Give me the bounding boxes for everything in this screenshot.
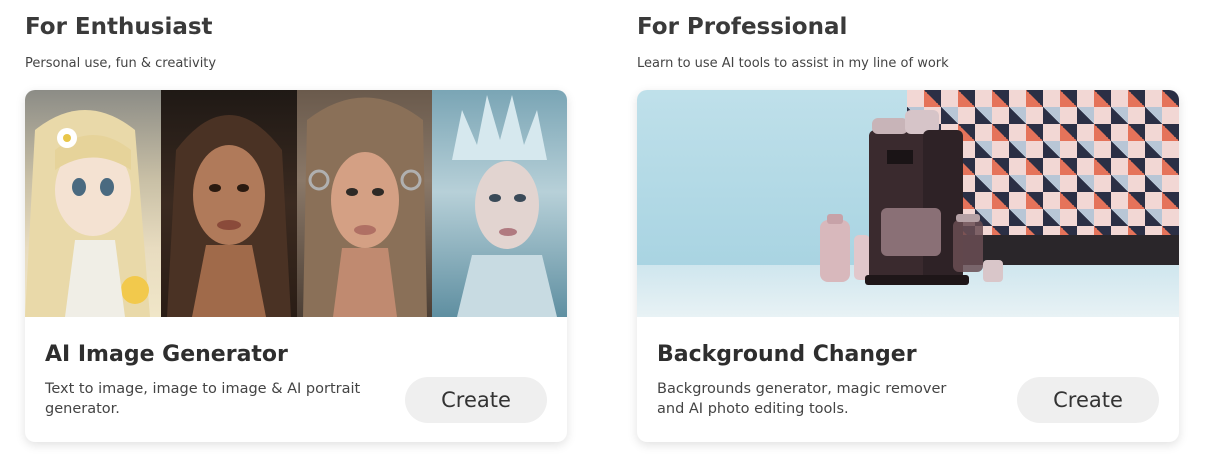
section-heading: For Professional	[637, 14, 848, 40]
card-description: Backgrounds generator, magic remover and…	[657, 381, 947, 417]
portraits-hero-image	[25, 90, 567, 317]
kitchen-hero-image	[637, 90, 1179, 317]
card-title: Background Changer	[657, 342, 917, 367]
section-subheading: Personal use, fun & creativity	[25, 56, 217, 71]
create-button[interactable]: Create	[1017, 377, 1159, 423]
coffee-maker-icon	[820, 110, 1003, 285]
portrait-braids	[297, 90, 433, 317]
portrait-brunette	[161, 90, 297, 317]
create-button[interactable]: Create	[405, 377, 547, 423]
portrait-ice-queen	[432, 90, 567, 317]
background-changer-card[interactable]: Background Changer Backgrounds generator…	[637, 90, 1179, 442]
portrait-anime	[25, 90, 161, 317]
section-subheading: Learn to use AI tools to assist in my li…	[637, 56, 949, 71]
section-heading: For Enthusiast	[25, 14, 213, 40]
card-description: Text to image, image to image & AI portr…	[45, 381, 361, 417]
ai-image-generator-card[interactable]: AI Image Generator Text to image, image …	[25, 90, 567, 442]
card-title: AI Image Generator	[45, 342, 288, 367]
